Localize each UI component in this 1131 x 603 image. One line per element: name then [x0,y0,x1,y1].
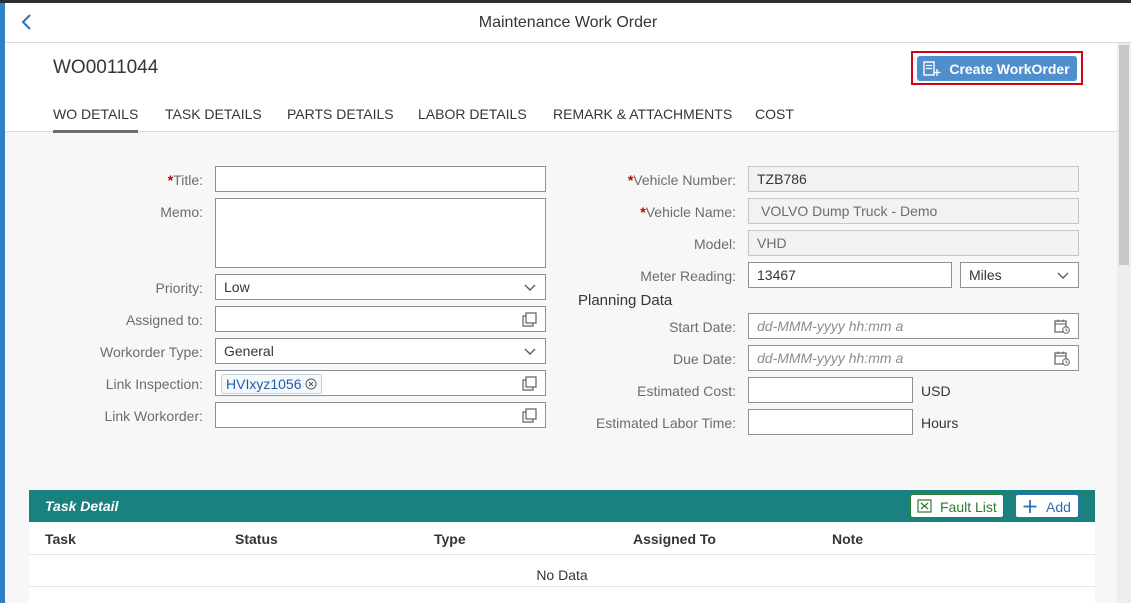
chevron-down-icon [1057,272,1069,279]
estimated-cost-label: Estimated Cost: [637,383,736,399]
priority-value: Low [224,279,250,295]
column-header-assigned-to[interactable]: Assigned To [633,531,716,547]
shell-bar: Maintenance Work Order [5,3,1131,43]
link-inspection-input[interactable]: HVIxyz1056 [215,370,546,396]
column-header-status[interactable]: Status [235,531,278,547]
meter-unit-select[interactable]: Miles [960,262,1079,288]
chevron-down-icon [524,348,536,355]
vehicle-number-label: *Vehicle Number: [627,172,736,188]
task-detail-toolbar: Task Detail Fault List Add [29,490,1095,522]
title-input[interactable] [215,166,546,192]
estimated-cost-unit: USD [921,383,951,399]
meter-reading-input[interactable]: 13467 [748,262,952,288]
estimated-labor-label: Estimated Labor Time: [595,415,736,431]
create-document-icon [923,61,941,76]
add-task-button[interactable]: Add [1015,494,1079,518]
memo-textarea[interactable] [215,198,546,268]
priority-label: Priority: [155,280,203,296]
fault-list-button[interactable]: Fault List [910,494,1004,518]
column-header-type[interactable]: Type [434,531,466,547]
add-task-label: Add [1046,499,1071,515]
due-date-input[interactable]: dd-MMM-yyyy hh:mm a [748,345,1079,371]
memo-label: Memo: [160,204,203,220]
start-date-input[interactable]: dd-MMM-yyyy hh:mm a [748,313,1079,339]
value-help-icon[interactable] [522,408,537,423]
workorder-type-value: General [224,343,274,359]
due-date-label: Due Date: [672,351,736,367]
due-date-placeholder: dd-MMM-yyyy hh:mm a [757,350,904,366]
priority-select[interactable]: Low [215,274,546,300]
create-workorder-highlight: Create WorkOrder [911,51,1083,85]
title-label: *Title: [167,172,203,188]
tab-wo-details[interactable]: WO DETAILS [53,106,139,133]
link-workorder-label: Link Workorder: [104,408,203,424]
estimated-labor-unit: Hours [921,415,959,431]
table-header-divider [29,554,1095,555]
vehicle-name-field: VOLVO Dump Truck - Demo [748,198,1079,224]
create-workorder-button[interactable]: Create WorkOrder [917,56,1077,81]
column-header-task[interactable]: Task [45,531,76,547]
start-date-placeholder: dd-MMM-yyyy hh:mm a [757,318,904,334]
calendar-icon[interactable] [1054,319,1070,334]
model-label: Model: [693,236,736,252]
fault-list-label: Fault List [940,499,997,515]
estimated-labor-input[interactable] [748,409,913,435]
tab-parts-details[interactable]: PARTS DETAILS [287,106,394,122]
link-workorder-input[interactable] [215,402,546,428]
token-remove-icon[interactable] [305,378,317,390]
inspection-token[interactable]: HVIxyz1056 [221,374,323,394]
estimated-cost-input[interactable] [748,377,913,403]
task-detail-title: Task Detail [45,498,119,514]
task-detail-table: Task Status Type Assigned To Note No Dat… [29,522,1095,603]
work-order-id: WO0011044 [53,57,159,78]
workorder-type-label: Workorder Type: [100,344,203,360]
vertical-scrollbar[interactable] [1117,43,1131,603]
link-inspection-label: Link Inspection: [105,376,203,392]
excel-export-icon [917,499,932,513]
object-header: WO0011044 Create WorkOrder WO DETAILS TA… [5,43,1117,133]
vehicle-number-field: TZB786 [748,166,1079,192]
model-field: VHD [748,230,1079,256]
meter-unit-value: Miles [969,267,1002,283]
value-help-icon[interactable] [522,312,537,327]
column-header-note[interactable]: Note [832,531,863,547]
workorder-type-select[interactable]: General [215,338,546,364]
vehicle-name-label: *Vehicle Name: [640,204,736,220]
create-workorder-label: Create WorkOrder [949,61,1070,77]
start-date-label: Start Date: [669,319,736,335]
shell-title: Maintenance Work Order [478,14,658,31]
chevron-down-icon [524,284,536,291]
app-window: Maintenance Work Order WO0011044 Create … [5,3,1131,603]
tab-remark-attachments[interactable]: REMARK & ATTACHMENTS [553,106,732,122]
calendar-icon[interactable] [1054,351,1070,366]
plus-icon [1023,500,1037,513]
scrollbar-thumb[interactable] [1119,45,1129,265]
planning-data-title: Planning Data [578,292,673,309]
value-help-icon[interactable] [522,376,537,391]
assigned-to-label: Assigned to: [125,312,203,328]
assigned-to-input[interactable] [215,306,546,332]
tab-cost[interactable]: COST [755,106,794,122]
tab-task-details[interactable]: TASK DETAILS [165,106,262,122]
tab-labor-details[interactable]: LABOR DETAILS [418,106,527,122]
table-bottom-divider [29,586,1095,587]
meter-reading-label: Meter Reading: [640,268,736,284]
table-empty-text: No Data [536,567,588,583]
